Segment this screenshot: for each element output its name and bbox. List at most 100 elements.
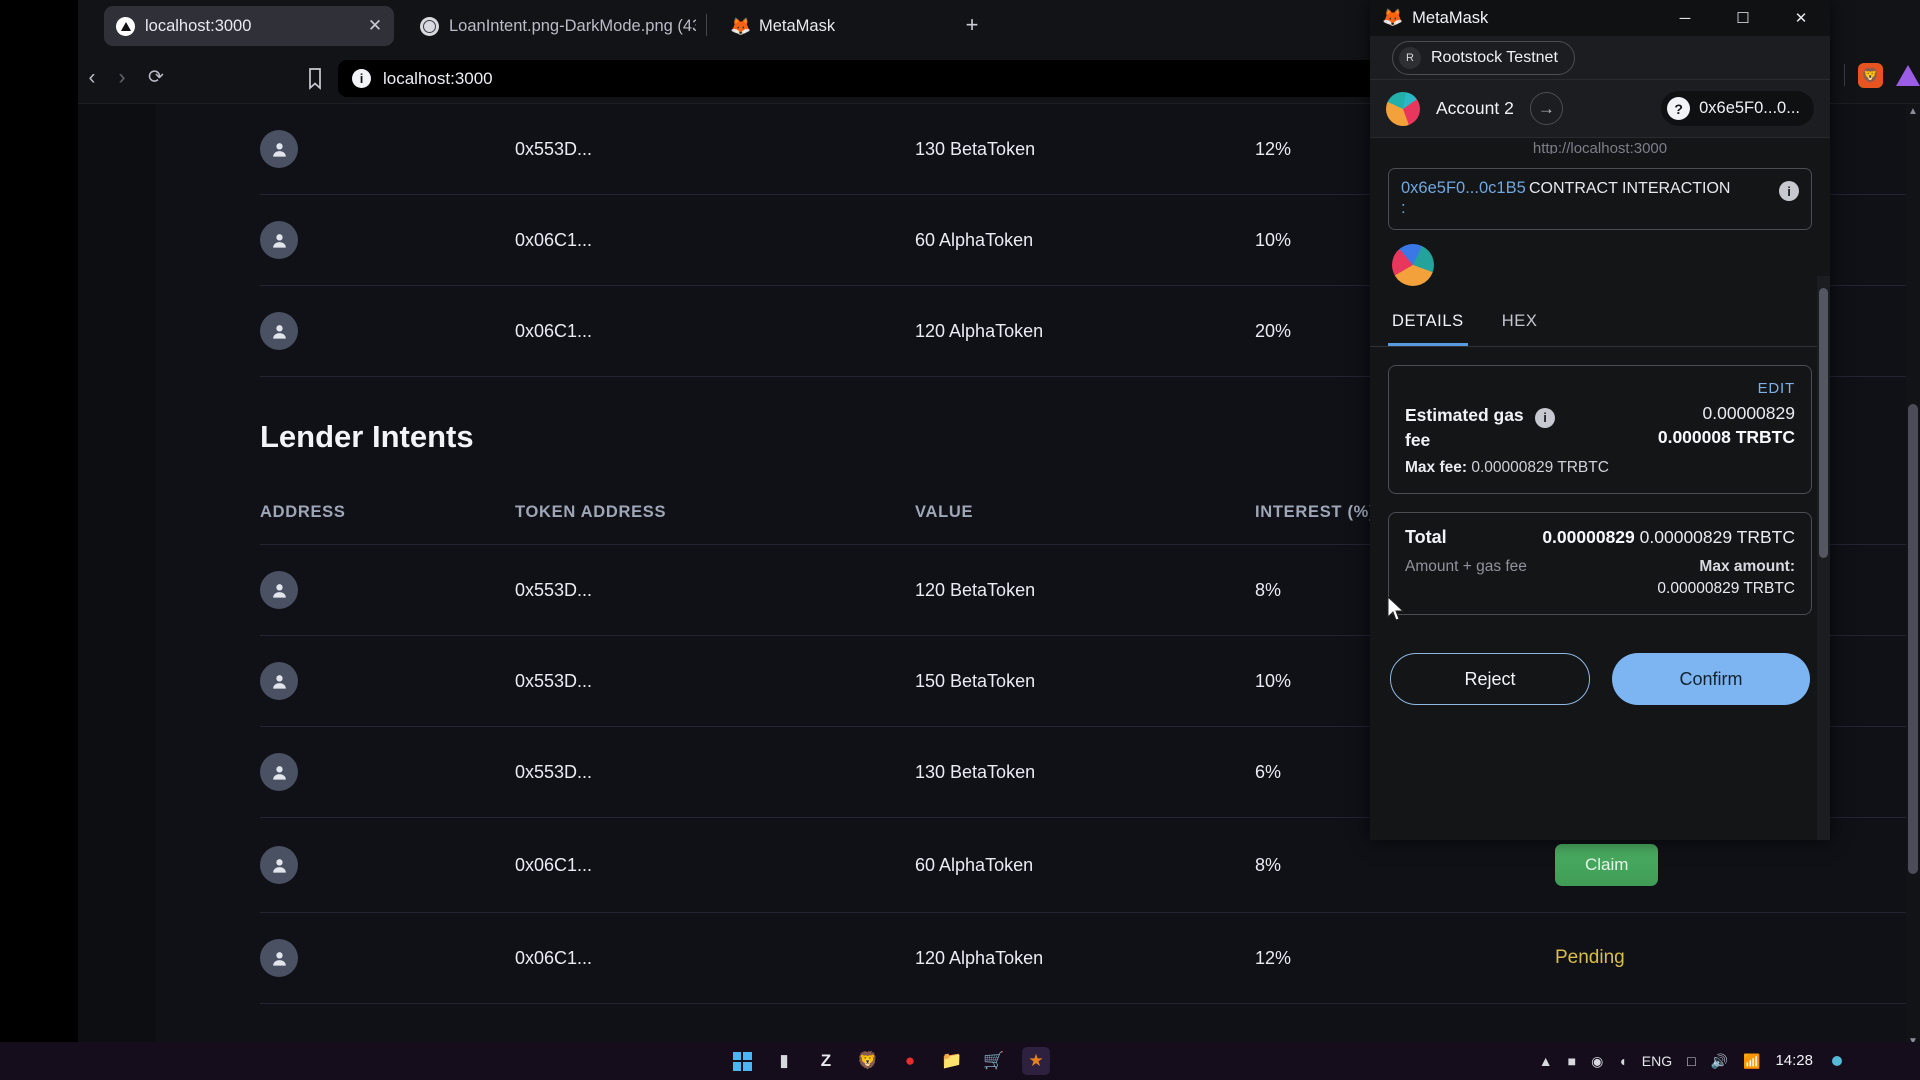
metamask-titlebar: 🦊 MetaMask ─ ☐ ✕ <box>1370 0 1830 36</box>
network-badge-icon: R <box>1399 46 1421 69</box>
confirm-button[interactable]: Confirm <box>1612 653 1810 706</box>
forward-button[interactable]: › <box>108 64 136 92</box>
avatar <box>260 939 298 977</box>
globe-icon <box>420 16 439 36</box>
graphics-icon[interactable]: ◉ <box>1591 1053 1603 1070</box>
browser-tab-localhost[interactable]: localhost:3000 ✕ <box>104 6 394 46</box>
max-fee-label: Max fee: <box>1405 459 1468 477</box>
battery-icon[interactable]: ■ <box>1568 1053 1576 1069</box>
total-value-rest: 0.00000829 TRBTC <box>1639 527 1795 548</box>
cell-action: Pending <box>1555 912 1750 1004</box>
terminal-icon[interactable]: ▮ <box>770 1047 798 1075</box>
scroll-up-icon[interactable]: ▲ <box>1907 106 1919 120</box>
wallet-icon[interactable] <box>1896 64 1920 86</box>
cell-value: 150 BetaToken <box>915 635 1255 727</box>
gas-fee-row: Estimated gas fee i 0.00000829 0.000008 … <box>1405 403 1795 454</box>
network-name: Rootstock Testnet <box>1431 48 1558 66</box>
chevron-up-icon[interactable]: ▲ <box>1539 1053 1553 1069</box>
cell-interest: 12% <box>1255 912 1555 1004</box>
taskbar-apps: ▮ Z 🦁 ● 📁 🛒 ★ <box>728 1047 1050 1075</box>
minimize-button[interactable]: ─ <box>1656 0 1714 36</box>
tab-title: MetaMask <box>759 16 836 35</box>
avatar-cell <box>260 544 515 636</box>
info-icon[interactable]: i <box>1535 407 1555 428</box>
clock[interactable]: 14:28 <box>1775 1052 1813 1070</box>
gas-fee-card: EDIT Estimated gas fee i 0.00000829 0.00… <box>1388 364 1812 495</box>
avatar-cell <box>260 817 515 913</box>
system-tray: ▲ ■ ◉ ◖ ENG □ 🔊 📶 14:28 <box>1539 1052 1842 1070</box>
metamask-icon[interactable]: ★ <box>1022 1047 1050 1075</box>
contract-interaction-label: CONTRACT INTERACTION <box>1529 180 1731 197</box>
contract-address[interactable]: 0x6e5F0...0c1B5 : <box>1401 179 1526 219</box>
address-bar[interactable]: i localhost:3000 <box>338 60 1468 97</box>
tab-divider <box>706 14 707 36</box>
info-icon[interactable]: i <box>1779 181 1799 201</box>
total-label: Total <box>1405 527 1447 548</box>
brave-lion-icon[interactable]: 🦁 <box>1858 62 1883 88</box>
back-button[interactable]: ‹ <box>78 64 106 92</box>
audio-icon[interactable]: ◖ <box>1618 1053 1626 1069</box>
tab-title: LoanIntent.png-DarkMode.png (434 <box>449 16 696 35</box>
opera-icon[interactable]: ● <box>896 1047 924 1075</box>
brave-icon[interactable]: 🦁 <box>854 1047 882 1075</box>
max-amount-block: Max amount: 0.00000829 TRBTC <box>1657 558 1795 598</box>
avatar <box>260 662 298 700</box>
recipient-address: 0x6e5F0...0... <box>1699 99 1800 117</box>
total-sub-label: Amount + gas fee <box>1405 558 1527 576</box>
reject-button[interactable]: Reject <box>1390 653 1590 706</box>
notification-indicator[interactable] <box>1832 1056 1842 1066</box>
cell-status <box>1750 912 1920 1004</box>
scrollbar-thumb[interactable] <box>1908 404 1918 874</box>
taskbar: ▮ Z 🦁 ● 📁 🛒 ★ ▲ ■ ◉ ◖ ENG □ 🔊 📶 14:28 <box>0 1042 1920 1080</box>
desktop-screen: localhost:3000 ✕ LoanIntent.png-DarkMode… <box>0 0 1920 1080</box>
tab-close-icon[interactable]: ✕ <box>366 17 384 35</box>
bookmark-icon[interactable] <box>303 65 327 91</box>
maximize-button[interactable]: ☐ <box>1714 0 1772 36</box>
volume-icon[interactable]: 🔊 <box>1711 1053 1728 1070</box>
max-fee-value: 0.00000829 TRBTC <box>1471 459 1609 477</box>
reload-button[interactable]: ⟳ <box>142 64 170 92</box>
total-value-bold: 0.00000829 <box>1542 527 1635 548</box>
avatar <box>260 571 298 609</box>
avatar-cell <box>260 285 515 377</box>
total-row: Total 0.00000829 0.00000829 TRBTC <box>1405 527 1795 548</box>
cell-value: 130 BetaToken <box>915 104 1255 195</box>
recipient-address-pill[interactable]: ? 0x6e5F0...0... <box>1661 91 1814 126</box>
edit-gas-button[interactable]: EDIT <box>1405 380 1795 397</box>
avatar <box>260 753 298 791</box>
claim-button[interactable]: Claim <box>1555 844 1659 886</box>
z-app-icon[interactable]: Z <box>812 1047 840 1075</box>
folder-icon[interactable]: 📁 <box>938 1047 966 1075</box>
avatar-cell <box>260 726 515 818</box>
windows-start-icon[interactable] <box>728 1047 756 1075</box>
site-info-icon[interactable]: i <box>352 69 371 88</box>
store-icon[interactable]: 🛒 <box>980 1047 1008 1075</box>
browser-tab-loanintent[interactable]: LoanIntent.png-DarkMode.png (434 <box>408 6 708 46</box>
avatar-cell <box>260 635 515 727</box>
network-icon[interactable]: 📶 <box>1743 1053 1760 1070</box>
close-button[interactable]: ✕ <box>1772 0 1830 36</box>
new-tab-button[interactable]: + <box>958 12 986 40</box>
table-row[interactable]: 0x06C1... 120 AlphaToken 12% Pending <box>260 912 1920 1004</box>
url-text: localhost:3000 <box>383 68 493 88</box>
language-indicator[interactable]: ENG <box>1642 1053 1672 1069</box>
tab-details[interactable]: DETAILS <box>1388 302 1468 346</box>
column-header-address: ADDRESS <box>260 481 515 545</box>
tab-title: localhost:3000 <box>145 16 252 35</box>
metamask-scrollbar[interactable] <box>1817 276 1830 840</box>
avatar-cell <box>260 912 515 1004</box>
network-pill[interactable]: R Rootstock Testnet <box>1392 40 1575 75</box>
avatar <box>260 130 298 168</box>
network-selector[interactable]: R Rootstock Testnet <box>1370 36 1830 80</box>
metamask-tabs: DETAILS HEX <box>1370 302 1830 347</box>
gas-fee-label: Estimated gas fee <box>1405 404 1524 450</box>
cell-value: 130 BetaToken <box>915 726 1255 818</box>
tab-hex[interactable]: HEX <box>1498 302 1542 346</box>
browser-tab-metamask[interactable]: 🦊 MetaMask <box>718 6 928 46</box>
scrollbar-thumb[interactable] <box>1819 288 1828 558</box>
metamask-fox-icon: 🦊 <box>730 16 752 36</box>
display-icon[interactable]: □ <box>1687 1053 1695 1069</box>
help-icon: ? <box>1667 97 1691 120</box>
cell-token-address: 0x553D... <box>515 635 915 727</box>
page-scrollbar[interactable]: ▲ ▼ <box>1906 104 1920 1052</box>
